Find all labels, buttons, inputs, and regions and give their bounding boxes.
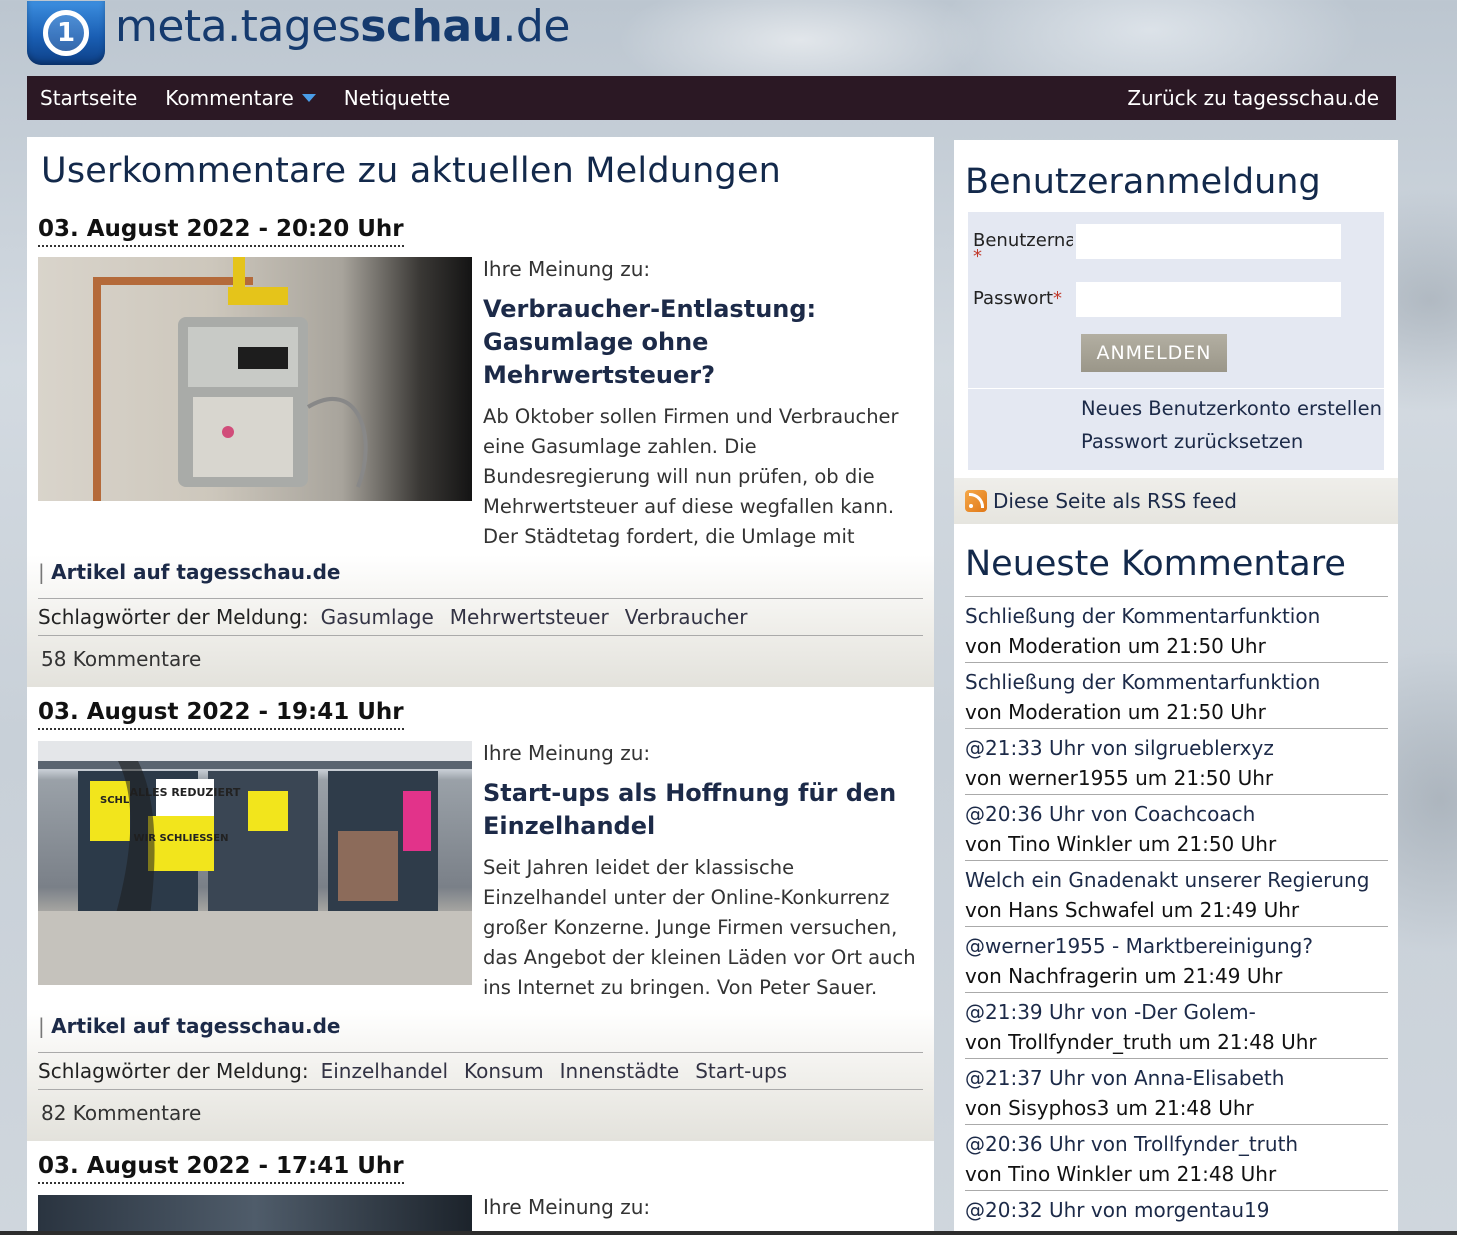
list-item: @21:33 Uhr von silgrueblerxyz von werner1…	[965, 728, 1388, 794]
tag-link[interactable]: Einzelhandel	[321, 1059, 448, 1083]
create-account-link[interactable]: Neues Benutzerkonto erstellen	[1081, 397, 1382, 420]
username-label: Benutzername	[973, 230, 1073, 251]
gas-meter-illustration	[93, 257, 368, 501]
comment-meta: von Hans Schwafel um 21:49 Uhr	[965, 898, 1300, 922]
tag-link[interactable]: Innenstädte	[560, 1059, 680, 1083]
list-item: Welch ein Gnadenakt unserer Regierung von…	[965, 860, 1388, 926]
list-item: @21:37 Uhr von Anna-Elisabeth von Sisypho…	[965, 1058, 1388, 1124]
site-name: meta.tagesschau.de	[115, 0, 570, 52]
logo-mark: 1	[43, 10, 89, 56]
dropdown-caret-icon	[301, 94, 316, 102]
article-tags: Schlagwörter der Meldung: Gasumlage Mehr…	[38, 598, 923, 636]
list-item: Schließung der Kommentarfunktion von Mode…	[965, 596, 1388, 662]
article-teaser: Ihre Meinung zu:	[483, 1195, 923, 1219]
required-mark: *	[973, 246, 982, 267]
comment-title-link[interactable]: @20:36 Uhr von Trollfynder_truth	[965, 1129, 1388, 1159]
article-tags: Schlagwörter der Meldung: Einzelhandel K…	[38, 1052, 923, 1090]
list-item: @werner1955 - Marktbereinigung? von Nachf…	[965, 926, 1388, 992]
comment-meta: von Tino Winkler um 21:50 Uhr	[965, 832, 1277, 856]
login-links: Neues Benutzerkonto erstellen Passwort z…	[968, 388, 1384, 470]
storefront-illustration: ALLES REDUZIERT WIR SCHLIESSEN SCHL	[38, 741, 472, 985]
tagesschau-badge-icon: 1	[27, 1, 105, 65]
rss-icon	[965, 490, 987, 512]
comment-title-link[interactable]: Schließung der Kommentarfunktion	[965, 601, 1388, 631]
reset-password-link[interactable]: Passwort zurücksetzen	[1081, 430, 1303, 453]
comment-title-link[interactable]: @20:36 Uhr von Coachcoach	[965, 799, 1388, 829]
nav-startseite[interactable]: Startseite	[27, 76, 151, 120]
tag-link[interactable]: Mehrwertsteuer	[450, 605, 609, 629]
password-input[interactable]	[1076, 282, 1341, 317]
newest-comments-title: Neueste Kommentare	[965, 544, 1346, 584]
comment-title-link[interactable]: Schließung der Kommentarfunktion	[965, 667, 1388, 697]
rss-label: Diese Seite als RSS feed	[993, 489, 1237, 513]
article-teaser: Ihre Meinung zu: Start-ups als Hoffnung …	[483, 741, 923, 1003]
article-date[interactable]: 03. August 2022 - 17:41 Uhr	[38, 1152, 404, 1184]
main-content: Userkommentare zu aktuellen Meldungen 03…	[27, 137, 934, 1235]
sidebar: Benutzeranmeldung Benutzername * Passwor…	[954, 140, 1398, 1235]
list-item: @20:36 Uhr von Coachcoach von Tino Winkle…	[965, 794, 1388, 860]
article-image-city[interactable]	[38, 1195, 472, 1235]
tag-link[interactable]: Konsum	[464, 1059, 544, 1083]
article-image-gas-meter[interactable]	[38, 257, 472, 501]
comment-title-link[interactable]: @21:39 Uhr von -Der Golem-	[965, 997, 1388, 1027]
tag-link[interactable]: Start-ups	[695, 1059, 787, 1083]
article-image-storefront[interactable]: ALLES REDUZIERT WIR SCHLIESSEN SCHL	[38, 741, 472, 985]
article-lead: Ihre Meinung zu:	[483, 741, 651, 765]
comment-count-link[interactable]: 58 Kommentare	[41, 647, 201, 671]
article-title[interactable]: Verbraucher-Entlastung: Gasumlage ohne M…	[483, 293, 923, 392]
comment-title-link[interactable]: Welch ein Gnadenakt unserer Regierung	[965, 865, 1388, 895]
article-link[interactable]: | Artikel auf tagesschau.de	[38, 1014, 340, 1038]
password-label: Passwort*	[973, 288, 1063, 309]
tag-link[interactable]: Verbraucher	[625, 605, 748, 629]
site-logo[interactable]: 1 meta.tagesschau.de	[27, 0, 570, 66]
main-nav: Startseite Kommentare Netiquette Zurück …	[27, 76, 1396, 120]
article-date[interactable]: 03. August 2022 - 19:41 Uhr	[38, 698, 404, 730]
comment-title-link[interactable]: @21:37 Uhr von Anna-Elisabeth	[965, 1063, 1388, 1093]
window-bottom-edge	[0, 1231, 1457, 1235]
list-item: @20:36 Uhr von Trollfynder_truthvon Tino…	[965, 1124, 1388, 1190]
comment-meta: von Tino Winkler um 21:48 Uhr	[965, 1162, 1277, 1186]
comment-meta: von Trollfynder_truth um 21:48 Uhr	[965, 1030, 1317, 1054]
tag-link[interactable]: Gasumlage	[321, 605, 434, 629]
tags-label: Schlagwörter der Meldung:	[38, 605, 309, 629]
nav-back-to-tagesschau[interactable]: Zurück zu tagesschau.de	[1127, 76, 1396, 120]
comment-title-link[interactable]: @werner1955 - Marktbereinigung?	[965, 931, 1388, 961]
article-text: Seit Jahren leidet der klassische Einzel…	[483, 856, 916, 999]
list-item: @20:32 Uhr von morgentau19	[965, 1190, 1388, 1235]
article-lead: Ihre Meinung zu:	[483, 1195, 651, 1219]
sign-schl: SCHL	[100, 795, 130, 806]
comment-count-link[interactable]: 82 Kommentare	[41, 1101, 201, 1125]
nav-kommentare[interactable]: Kommentare	[151, 76, 330, 120]
article-lead: Ihre Meinung zu:	[483, 257, 651, 281]
comment-meta: von Moderation um 21:50 Uhr	[965, 634, 1266, 658]
article-teaser: Ihre Meinung zu: Verbraucher-Entlastung:…	[483, 257, 923, 582]
login-title: Benutzeranmeldung	[965, 162, 1321, 202]
rss-feed-link[interactable]: Diese Seite als RSS feed	[954, 478, 1398, 524]
newest-comments-list: Schließung der Kommentarfunktion von Mode…	[965, 596, 1388, 1235]
comment-meta: von Nachfragerin um 21:49 Uhr	[965, 964, 1283, 988]
list-item: Schließung der Kommentarfunktion von Mode…	[965, 662, 1388, 728]
tags-label: Schlagwörter der Meldung:	[38, 1059, 309, 1083]
article-title[interactable]: Start-ups als Hoffnung für den Einzelhan…	[483, 777, 923, 843]
article-link[interactable]: | Artikel auf tagesschau.de	[38, 560, 340, 584]
list-item: @21:39 Uhr von -Der Golem-von Trollfynde…	[965, 992, 1388, 1058]
comment-meta: von Moderation um 21:50 Uhr	[965, 700, 1266, 724]
article-2-footer: | Artikel auf tagesschau.de Schlagwörter…	[27, 1009, 934, 1141]
login-button[interactable]: ANMELDEN	[1081, 334, 1227, 372]
comment-meta: von werner1955 um 21:50 Uhr	[965, 766, 1274, 790]
article-date[interactable]: 03. August 2022 - 20:20 Uhr	[38, 215, 404, 247]
nav-netiquette[interactable]: Netiquette	[330, 76, 464, 120]
article-1-footer: | Artikel auf tagesschau.de Schlagwörter…	[27, 555, 934, 687]
page-title: Userkommentare zu aktuellen Meldungen	[41, 151, 782, 191]
comment-title-link[interactable]: @21:33 Uhr von silgrueblerxyz	[965, 733, 1388, 763]
login-form: Benutzername * Passwort* ANMELDEN Neues …	[968, 212, 1384, 470]
username-input[interactable]	[1076, 224, 1341, 259]
comment-title-link[interactable]: @20:32 Uhr von morgentau19	[965, 1195, 1388, 1225]
comment-meta: von Sisyphos3 um 21:48 Uhr	[965, 1096, 1254, 1120]
